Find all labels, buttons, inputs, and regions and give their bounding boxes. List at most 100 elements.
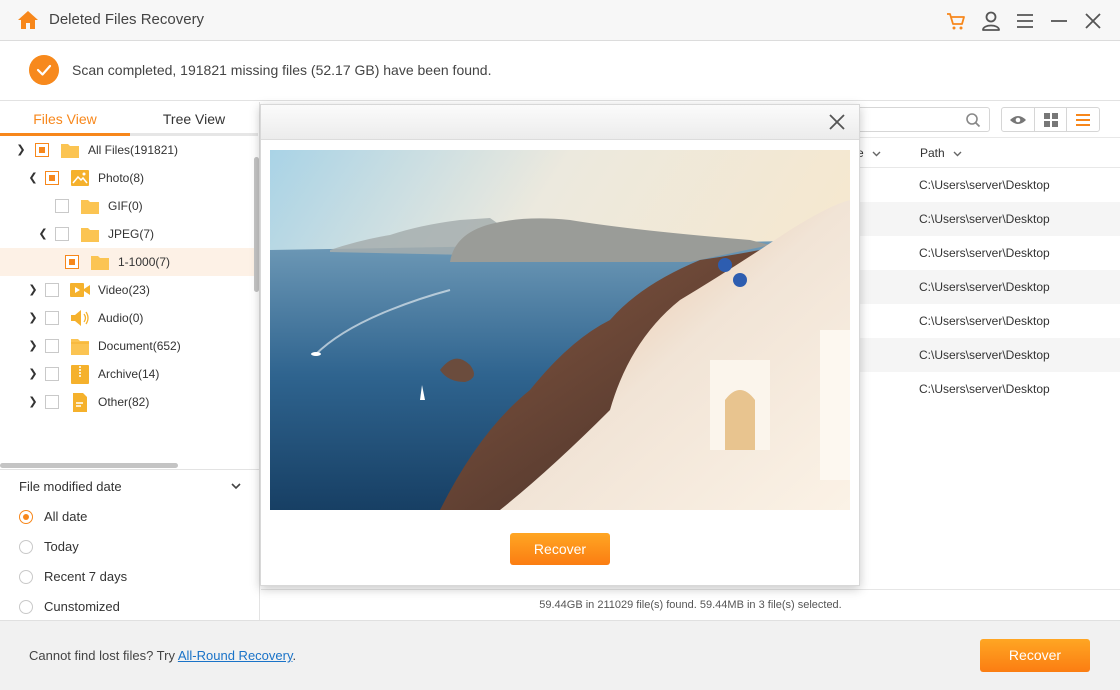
column-label: Path	[920, 146, 945, 160]
tree-node-photo[interactable]: ❮ Photo(8)	[0, 164, 254, 192]
checkbox[interactable]	[45, 339, 59, 353]
title-bar: Deleted Files Recovery	[0, 0, 1120, 41]
checkbox[interactable]	[45, 171, 59, 185]
radio-label: Today	[44, 539, 79, 554]
grid-icon	[1043, 112, 1058, 127]
path-cell: C:\Users\server\Desktop	[919, 382, 1050, 396]
folder-icon	[81, 228, 99, 242]
tree-node-label: GIF(0)	[108, 199, 143, 213]
preview-dialog-header	[261, 105, 859, 140]
folder-icon	[81, 200, 99, 214]
checkbox[interactable]	[55, 227, 69, 241]
path-cell: C:\Users\server\Desktop	[919, 178, 1050, 192]
chevron-right-icon[interactable]: ❯	[27, 395, 39, 409]
tree-node-label: Other(82)	[98, 395, 150, 409]
folder-icon	[61, 144, 79, 158]
tree-node-label: Audio(0)	[98, 311, 144, 325]
chevron-right-icon[interactable]: ❯	[15, 143, 27, 157]
checkbox[interactable]	[45, 367, 59, 381]
tree-node-archive[interactable]: ❯ Archive(14)	[0, 360, 254, 388]
tree-node-jpeg[interactable]: ❮ JPEG(7)	[0, 220, 254, 248]
checkbox[interactable]	[45, 395, 59, 409]
footer: Cannot find lost files? Try All-Round Re…	[0, 620, 1120, 690]
tree-node-document[interactable]: ❯ Document(652)	[0, 332, 254, 360]
check-circle-icon	[29, 55, 59, 85]
date-filter-title: File modified date	[19, 479, 122, 494]
tree-node-1-1000[interactable]: 1-1000(7)	[0, 248, 254, 276]
chevron-down-icon[interactable]	[229, 479, 243, 493]
view-mode-switcher	[1001, 107, 1100, 132]
home-icon[interactable]	[17, 9, 39, 31]
radio-button[interactable]	[19, 570, 33, 584]
grid-view-button[interactable]	[1035, 108, 1068, 131]
list-icon	[1076, 113, 1091, 126]
all-round-recovery-link[interactable]: All-Round Recovery	[178, 648, 293, 663]
tree-node-other[interactable]: ❯ Other(82)	[0, 388, 254, 416]
chevron-right-icon[interactable]: ❯	[27, 339, 39, 353]
search-input[interactable]	[851, 107, 990, 132]
other-file-icon	[73, 393, 87, 412]
radio-button[interactable]	[19, 510, 33, 524]
recover-button[interactable]: Recover	[980, 639, 1090, 672]
path-cell: C:\Users\server\Desktop	[919, 212, 1050, 226]
tab-tree-view[interactable]: Tree View	[130, 102, 258, 136]
chevron-down-icon[interactable]: ❮	[27, 171, 39, 185]
tree-node-label: Photo(8)	[98, 171, 145, 185]
close-icon[interactable]	[828, 113, 846, 131]
preview-view-button[interactable]	[1002, 108, 1035, 131]
checkbox[interactable]	[45, 311, 59, 325]
chevron-down-icon	[872, 151, 881, 157]
menu-icon[interactable]	[1014, 10, 1036, 32]
radio-label: All date	[44, 509, 88, 524]
close-icon[interactable]	[1082, 10, 1104, 32]
left-panel: Files View Tree View ❯ All Files(191821)…	[0, 102, 260, 620]
status-bar: 59.44GB in 211029 file(s) found. 59.44MB…	[261, 589, 1120, 620]
tree-horizontal-scrollbar[interactable]	[0, 463, 178, 468]
radio-button[interactable]	[19, 540, 33, 554]
cart-icon[interactable]	[945, 10, 967, 32]
column-header-partial[interactable]: e	[857, 146, 881, 160]
tree-node-label: Video(23)	[98, 283, 150, 297]
preview-recover-button[interactable]: Recover	[510, 533, 610, 565]
hint-suffix: .	[292, 648, 297, 663]
radio-label: Cunstomized	[44, 599, 120, 614]
checkbox[interactable]	[65, 255, 79, 269]
audio-icon	[71, 310, 89, 326]
path-cell: C:\Users\server\Desktop	[919, 314, 1050, 328]
tree-node-audio[interactable]: ❯ Audio(0)	[0, 304, 254, 332]
radio-label: Recent 7 days	[44, 569, 128, 584]
scan-status-banner: Scan completed, 191821 missing files (52…	[0, 41, 1120, 101]
blue-dome	[718, 258, 732, 272]
tree-node-video[interactable]: ❯ Video(23)	[0, 276, 254, 304]
chevron-right-icon[interactable]: ❯	[27, 311, 39, 325]
column-header-path[interactable]: Path	[920, 146, 962, 160]
tree-node-gif[interactable]: GIF(0)	[0, 192, 254, 220]
video-icon	[70, 283, 90, 297]
tab-files-view[interactable]: Files View	[0, 102, 130, 136]
user-icon[interactable]	[980, 10, 1002, 32]
path-cell: C:\Users\server\Desktop	[919, 348, 1050, 362]
minimize-icon[interactable]	[1048, 10, 1070, 32]
app-title: Deleted Files Recovery	[49, 11, 205, 28]
chevron-down-icon	[953, 151, 962, 157]
date-filter: File modified date All date Today Recent…	[0, 469, 259, 620]
tree-node-all-files[interactable]: ❯ All Files(191821)	[0, 136, 254, 164]
tree-vertical-scrollbar[interactable]	[254, 157, 259, 292]
hint-text: Cannot find lost files? Try	[29, 648, 178, 663]
chevron-down-icon[interactable]: ❮	[37, 227, 49, 241]
checkbox[interactable]	[35, 143, 49, 157]
white-building	[820, 330, 850, 480]
tree-node-label: Document(652)	[98, 339, 181, 353]
checkbox[interactable]	[45, 283, 59, 297]
radio-button[interactable]	[19, 600, 33, 614]
tree-node-label: JPEG(7)	[108, 227, 155, 241]
chevron-right-icon[interactable]: ❯	[27, 367, 39, 381]
bell-arch	[725, 390, 755, 450]
folder-icon	[91, 256, 109, 270]
blue-dome	[733, 273, 747, 287]
list-view-button[interactable]	[1067, 108, 1099, 131]
search-icon[interactable]	[965, 112, 981, 128]
chevron-right-icon[interactable]: ❯	[27, 283, 39, 297]
checkbox[interactable]	[55, 199, 69, 213]
path-cell: C:\Users\server\Desktop	[919, 280, 1050, 294]
